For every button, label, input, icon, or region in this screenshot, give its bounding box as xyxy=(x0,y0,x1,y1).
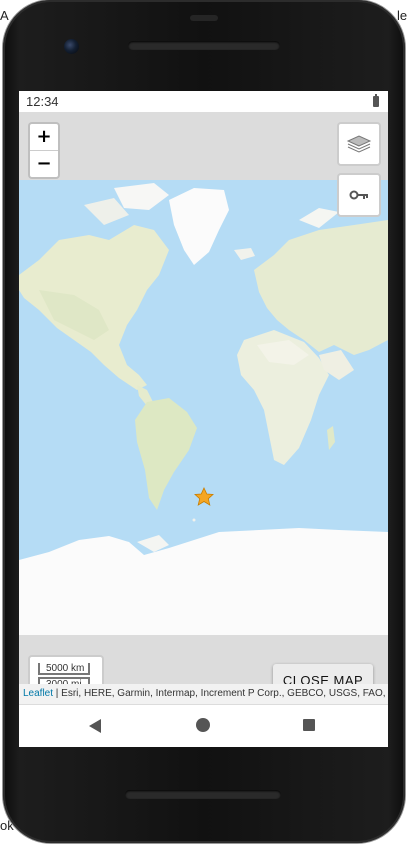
zoom-out-button[interactable]: − xyxy=(30,150,58,177)
world-map-tiles[interactable] xyxy=(19,180,388,635)
layers-button[interactable] xyxy=(337,122,381,166)
background-text-fragment: A xyxy=(0,8,9,23)
background-text-fragment: le xyxy=(397,8,408,23)
zoom-control: + − xyxy=(28,122,60,179)
leaflet-link[interactable]: Leaflet xyxy=(23,688,53,699)
attribution-sources: | Esri, HERE, Garmin, Intermap, Incremen… xyxy=(53,688,388,699)
top-speaker-grille xyxy=(128,41,280,50)
earpiece-slot xyxy=(190,15,218,21)
status-time: 12:34 xyxy=(26,94,59,109)
phone-screen: 12:34 + − 5000 km CLOSE MAP Leaflet | Es… xyxy=(19,91,388,747)
map-attribution: Leaflet | Esri, HERE, Garmin, Intermap, … xyxy=(19,684,388,704)
map-view[interactable]: + − 5000 km 3000 mi CLOSE MAP xyxy=(19,112,388,705)
zoom-in-button[interactable]: + xyxy=(30,124,58,150)
android-nav-bar xyxy=(19,705,388,747)
home-icon[interactable] xyxy=(196,718,210,732)
battery-icon xyxy=(373,94,379,107)
legend-key-button[interactable] xyxy=(337,173,381,217)
layers-icon xyxy=(346,135,372,153)
front-camera xyxy=(64,39,79,54)
recent-apps-icon[interactable] xyxy=(303,719,315,731)
back-icon[interactable] xyxy=(89,719,101,733)
key-icon xyxy=(349,190,368,200)
status-bar: 12:34 xyxy=(19,91,388,112)
bottom-speaker-grille xyxy=(125,790,281,799)
scale-metric: 5000 km xyxy=(38,663,90,675)
